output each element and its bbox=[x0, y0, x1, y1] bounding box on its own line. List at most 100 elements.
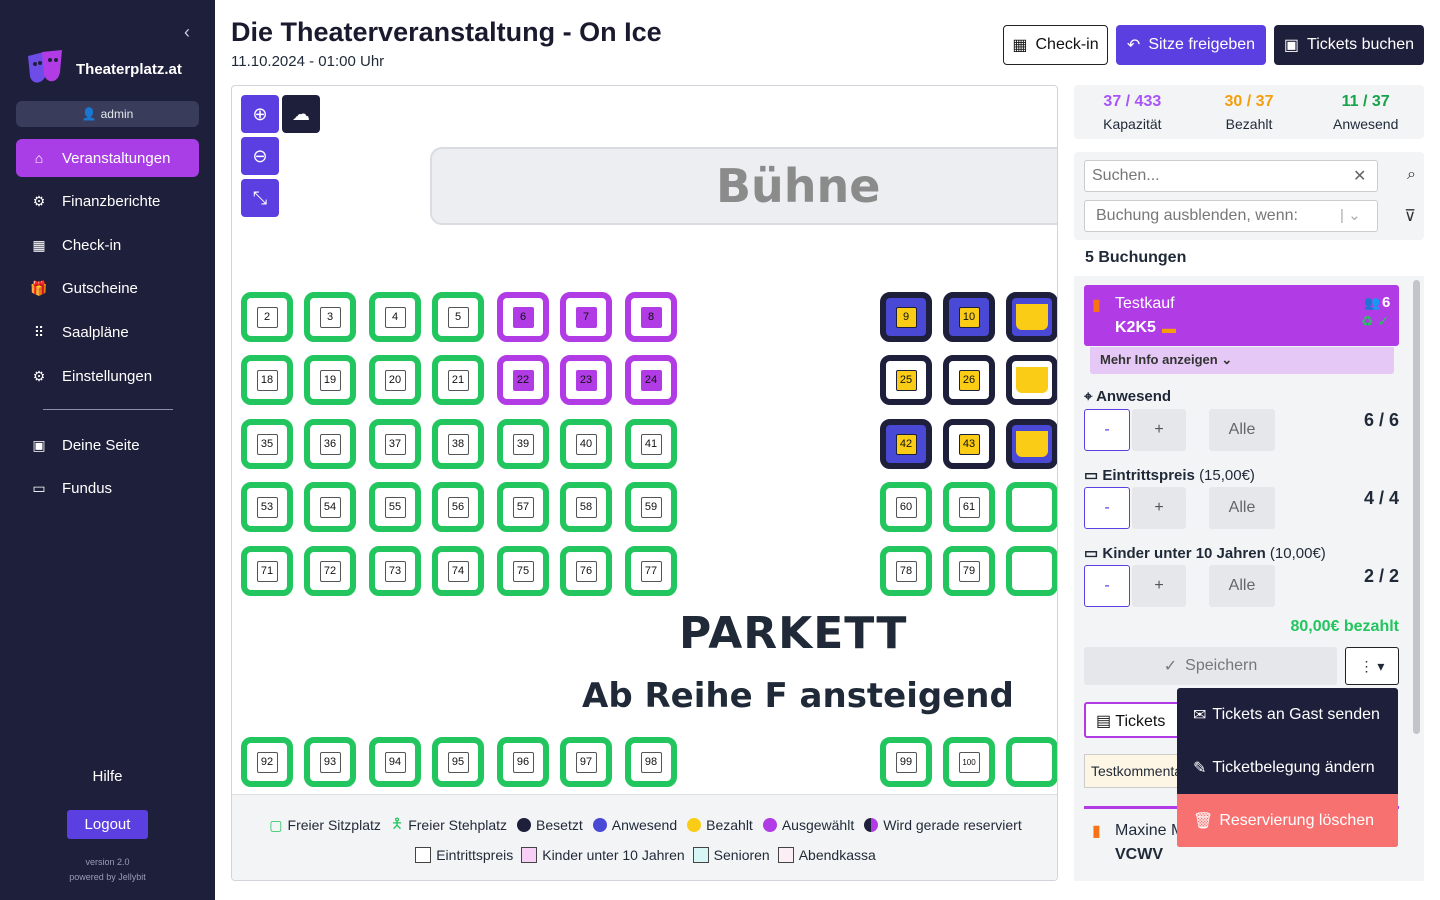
save-button[interactable]: ✓ Speichern bbox=[1084, 647, 1337, 685]
increment-button[interactable]: + bbox=[1132, 409, 1186, 451]
search-icon[interactable]: ⌕ bbox=[1407, 166, 1416, 184]
menu-change-seats[interactable]: ✎ Ticketbelegung ändern bbox=[1177, 741, 1398, 794]
seat[interactable]: 78 bbox=[880, 546, 932, 596]
seat[interactable]: 22 bbox=[497, 355, 549, 405]
sidebar-item-einstellungen[interactable]: ⚙ Einstellungen bbox=[16, 357, 199, 395]
seat[interactable]: 39 bbox=[497, 419, 549, 469]
seat[interactable]: 96 bbox=[497, 737, 549, 787]
seat[interactable]: 53 bbox=[241, 482, 293, 532]
seat[interactable]: 19 bbox=[304, 355, 356, 405]
tickets-button[interactable]: ▤ Tickets bbox=[1084, 702, 1184, 738]
release-seats-button[interactable]: ↶ Sitze freigeben bbox=[1116, 25, 1266, 65]
download-icon[interactable]: ☁ bbox=[282, 95, 320, 133]
seat[interactable]: 72 bbox=[304, 546, 356, 596]
search-input[interactable]: Suchen... bbox=[1084, 160, 1378, 192]
seat[interactable]: 54 bbox=[304, 482, 356, 532]
all-button[interactable]: Alle bbox=[1209, 565, 1275, 607]
seat[interactable]: 42 bbox=[880, 419, 932, 469]
seat[interactable]: 6 bbox=[497, 292, 549, 342]
seat[interactable]: 43 bbox=[943, 419, 995, 469]
seat[interactable]: 24 bbox=[625, 355, 677, 405]
seat[interactable]: 55 bbox=[369, 482, 421, 532]
sidebar-item-deineseite[interactable]: ▣ Deine Seite bbox=[16, 426, 199, 464]
more-actions-button[interactable]: ⋮ ▾ bbox=[1345, 647, 1399, 685]
seat[interactable] bbox=[1006, 292, 1057, 342]
seat[interactable]: 5 bbox=[432, 292, 484, 342]
seat[interactable]: 2 bbox=[241, 292, 293, 342]
seat[interactable]: 35 bbox=[241, 419, 293, 469]
seat[interactable]: 25 bbox=[880, 355, 932, 405]
help-link[interactable]: Hilfe bbox=[0, 768, 215, 785]
seat[interactable]: 60 bbox=[880, 482, 932, 532]
seat[interactable]: 58 bbox=[560, 482, 612, 532]
scrollbar[interactable] bbox=[1413, 280, 1420, 734]
logout-button[interactable]: Logout bbox=[67, 810, 148, 839]
booking-card[interactable]: ▮ Testkauf K2K5 ▬ 👥 6 ♻ ✓ bbox=[1084, 285, 1399, 346]
fit-icon[interactable]: ⤡ bbox=[241, 179, 279, 217]
collapse-icon[interactable]: ‹ bbox=[184, 22, 190, 43]
seat[interactable]: 26 bbox=[943, 355, 995, 405]
brand[interactable]: Theaterplatz.at bbox=[26, 48, 182, 90]
seat[interactable]: 8 bbox=[625, 292, 677, 342]
seat[interactable]: 36 bbox=[304, 419, 356, 469]
clear-icon[interactable]: ✕ bbox=[1353, 166, 1366, 186]
sidebar-item-saalplne[interactable]: ⠿ Saalpläne bbox=[16, 313, 199, 351]
seat[interactable]: 3 bbox=[304, 292, 356, 342]
seat[interactable] bbox=[1006, 737, 1057, 787]
all-button[interactable]: Alle bbox=[1209, 409, 1275, 451]
decrement-button[interactable]: - bbox=[1084, 409, 1130, 451]
menu-delete-reservation[interactable]: 🗑 Reservierung löschen bbox=[1177, 794, 1398, 847]
seat[interactable]: 71 bbox=[241, 546, 293, 596]
menu-send-tickets[interactable]: ✉ Tickets an Gast senden bbox=[1177, 688, 1398, 741]
seat[interactable]: 18 bbox=[241, 355, 293, 405]
sidebar-item-veranstaltungen[interactable]: ⌂ Veranstaltungen bbox=[16, 139, 199, 177]
seat[interactable]: 77 bbox=[625, 546, 677, 596]
seat[interactable]: 99 bbox=[880, 737, 932, 787]
seat[interactable]: 23 bbox=[560, 355, 612, 405]
seat[interactable]: 73 bbox=[369, 546, 421, 596]
seat[interactable]: 7 bbox=[560, 292, 612, 342]
seat[interactable]: 59 bbox=[625, 482, 677, 532]
seat[interactable]: 92 bbox=[241, 737, 293, 787]
seat[interactable]: 56 bbox=[432, 482, 484, 532]
seat[interactable]: 10 bbox=[943, 292, 995, 342]
seat[interactable]: 100 bbox=[943, 737, 995, 787]
seat[interactable]: 76 bbox=[560, 546, 612, 596]
seat[interactable]: 57 bbox=[497, 482, 549, 532]
seat[interactable]: 37 bbox=[369, 419, 421, 469]
seat[interactable] bbox=[1006, 419, 1057, 469]
seat[interactable]: 94 bbox=[369, 737, 421, 787]
sidebar-item-finanzberichte[interactable]: ⚙ Finanzberichte bbox=[16, 183, 199, 221]
seat[interactable]: 98 bbox=[625, 737, 677, 787]
hide-booking-select[interactable]: Buchung ausblenden, wenn: bbox=[1084, 200, 1378, 232]
seat[interactable]: 4 bbox=[369, 292, 421, 342]
all-button[interactable]: Alle bbox=[1209, 487, 1275, 529]
book-tickets-button[interactable]: ▣ Tickets buchen bbox=[1274, 25, 1424, 65]
seat[interactable] bbox=[1006, 546, 1057, 596]
seat[interactable]: 93 bbox=[304, 737, 356, 787]
seat[interactable]: 40 bbox=[560, 419, 612, 469]
seat[interactable]: 38 bbox=[432, 419, 484, 469]
seat[interactable]: 20 bbox=[369, 355, 421, 405]
seat[interactable]: 79 bbox=[943, 546, 995, 596]
checkin-button[interactable]: ▦ Check-in bbox=[1003, 25, 1108, 65]
sidebar-item-gutscheine[interactable]: 🎁 Gutscheine bbox=[16, 270, 199, 308]
seat[interactable]: 97 bbox=[560, 737, 612, 787]
increment-button[interactable]: + bbox=[1132, 487, 1186, 529]
seat[interactable]: 41 bbox=[625, 419, 677, 469]
seat[interactable] bbox=[1006, 482, 1057, 532]
decrement-button[interactable]: - bbox=[1084, 565, 1130, 607]
increment-button[interactable]: + bbox=[1132, 565, 1186, 607]
zoom-out-icon[interactable]: ⊖ bbox=[241, 137, 279, 175]
sidebar-item-fundus[interactable]: ▭ Fundus bbox=[16, 470, 199, 508]
zoom-in-icon[interactable]: ⊕ bbox=[241, 95, 279, 133]
more-info-toggle[interactable]: Mehr Info anzeigen ⌄ bbox=[1090, 347, 1394, 374]
seat[interactable] bbox=[1006, 355, 1057, 405]
seat[interactable]: 61 bbox=[943, 482, 995, 532]
seat[interactable]: 75 bbox=[497, 546, 549, 596]
decrement-button[interactable]: - bbox=[1084, 487, 1130, 529]
seat[interactable]: 95 bbox=[432, 737, 484, 787]
seat[interactable]: 21 bbox=[432, 355, 484, 405]
filter-icon[interactable]: ⊽ bbox=[1404, 206, 1416, 226]
seat[interactable]: 74 bbox=[432, 546, 484, 596]
